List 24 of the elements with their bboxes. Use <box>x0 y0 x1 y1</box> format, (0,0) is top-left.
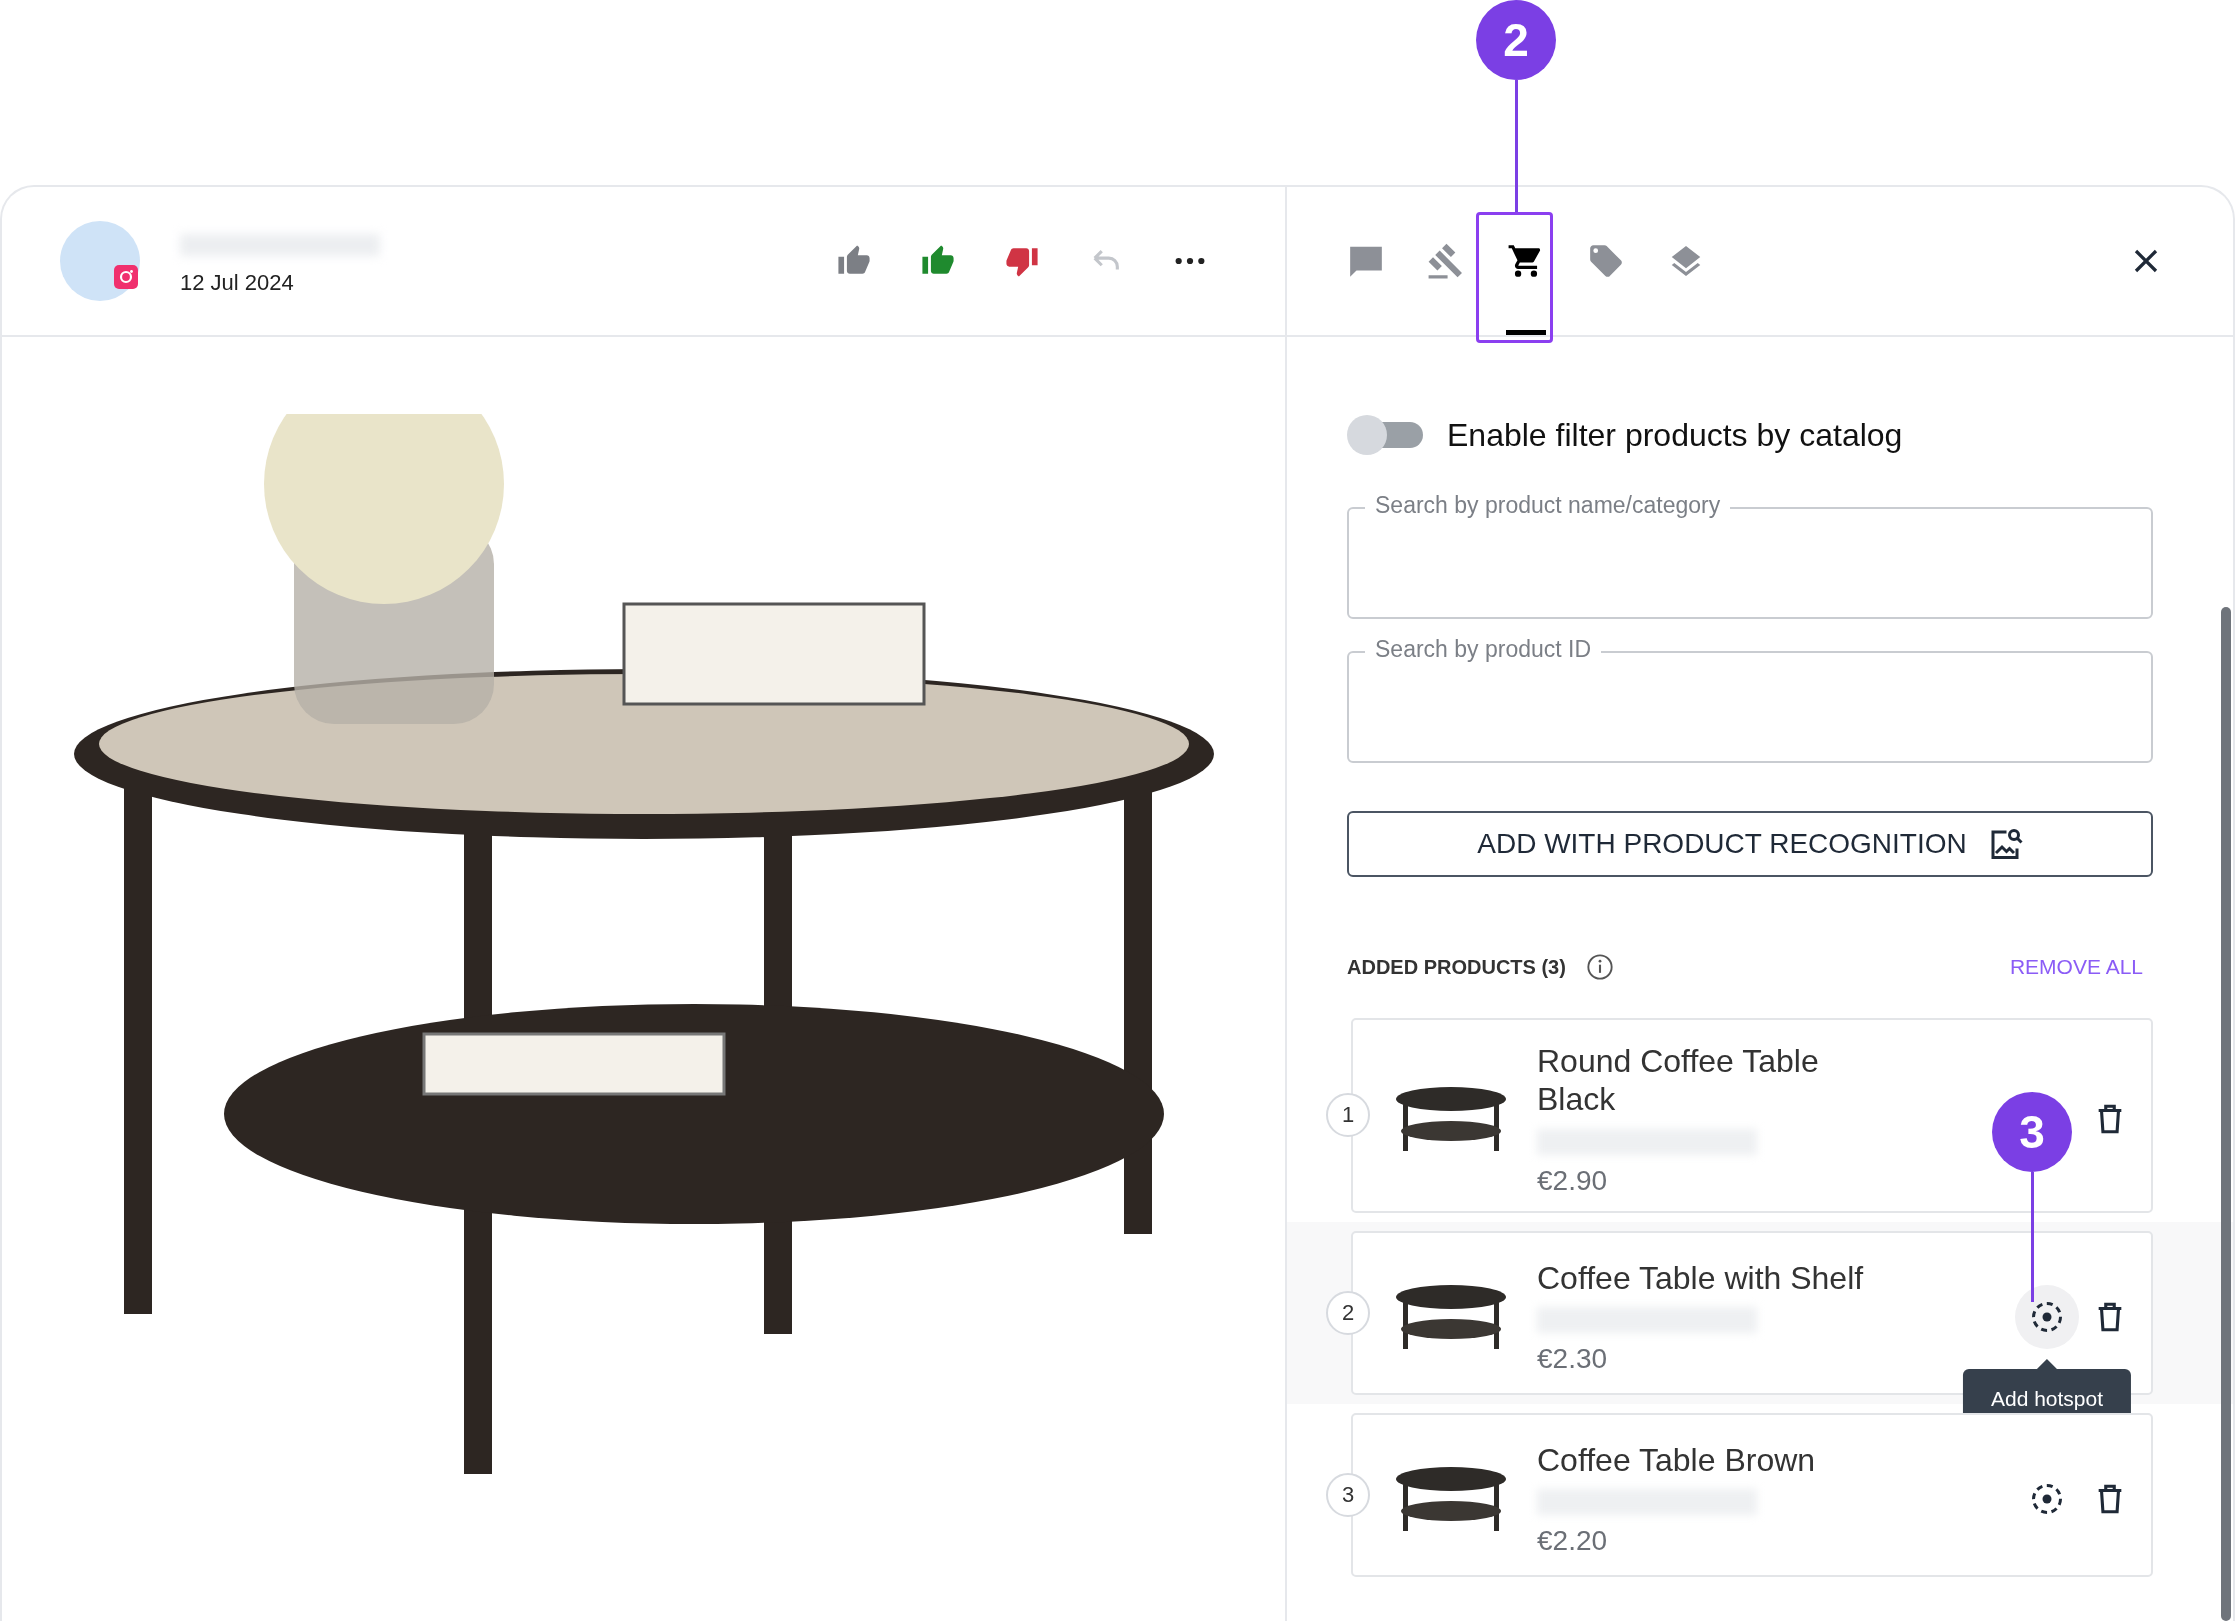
gavel-icon[interactable] <box>1427 242 1465 280</box>
callout-badge: 2 <box>1476 0 1556 80</box>
field-label: Search by product ID <box>1365 636 1602 663</box>
scrollbar[interactable] <box>2221 607 2231 1621</box>
camera-badge-icon <box>114 265 138 289</box>
field-label: Search by product name/category <box>1365 492 1731 519</box>
position-number: 1 <box>1326 1093 1370 1138</box>
product-price: €2.30 <box>1537 1342 1609 1375</box>
product-price: €2.20 <box>1537 1524 1609 1557</box>
search-field[interactable]: Search by product ID <box>1347 636 2153 763</box>
product-recognition-button[interactable]: ADD WITH PRODUCT RECOGNITION <box>1347 811 2153 877</box>
post-date: 12 Jul 2024 <box>180 270 295 296</box>
product-name: Coffee Table with Shelf <box>1537 1258 1865 1297</box>
remove-all-link[interactable]: REMOVE ALL <box>2009 955 2143 979</box>
tag-icon[interactable] <box>1587 242 1625 280</box>
added-products-heading: ADDED PRODUCTS (3) <box>1347 955 1566 979</box>
info-icon[interactable] <box>1585 953 1614 981</box>
toggle-label: Enable filter products by catalog <box>1447 416 1903 454</box>
product-name: Round Coffee Table Black <box>1537 1042 1820 1119</box>
product-price: €2.90 <box>1537 1164 1609 1197</box>
filter-toggle[interactable] <box>1347 415 1423 455</box>
search-field[interactable]: Search by product name/category <box>1347 492 2153 619</box>
position-number: 3 <box>1326 1472 1370 1517</box>
product-name: Coffee Table Brown <box>1537 1440 1817 1479</box>
